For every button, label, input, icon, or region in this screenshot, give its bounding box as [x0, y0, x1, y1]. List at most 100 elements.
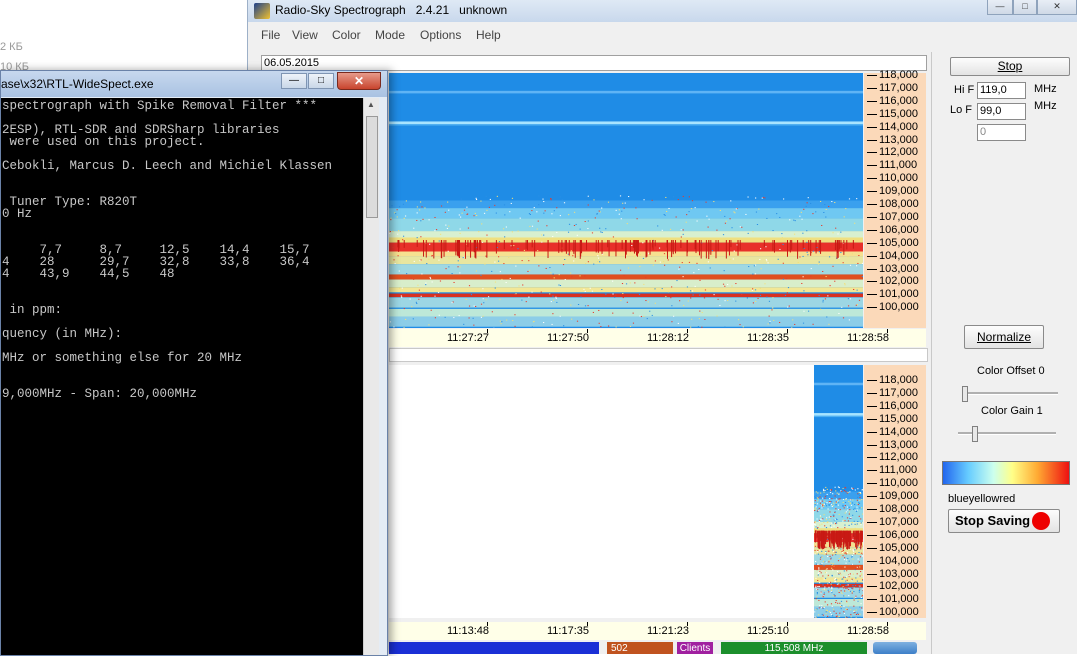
- spectrum-noise: [849, 509, 850, 510]
- spectrum-noise: [585, 291, 586, 292]
- stop-button[interactable]: Stop: [950, 57, 1070, 76]
- spectrum-noise: [820, 557, 821, 558]
- freq-tick: [867, 470, 877, 471]
- spectrum-noise: [411, 306, 412, 307]
- spectrum-noise: [822, 505, 823, 506]
- spectrum-noise: [673, 256, 674, 257]
- spectrum-noise: [428, 259, 429, 260]
- spectrum-noise: [776, 213, 777, 214]
- color-offset-track[interactable]: [962, 392, 1058, 395]
- spectrum-noise: [457, 266, 458, 267]
- spectrum-spike: [835, 240, 836, 250]
- spectrum-noise: [451, 302, 452, 303]
- close-button[interactable]: ✕: [1037, 0, 1077, 15]
- freq-tick-label: 103,000: [879, 264, 919, 275]
- spectrum-noise: [783, 198, 784, 199]
- spectrum-spike: [839, 240, 840, 249]
- scroll-thumb[interactable]: [366, 116, 378, 218]
- color-gain-slider[interactable]: [972, 426, 978, 442]
- spectrum-noise: [858, 585, 859, 586]
- spectrum-noise: [769, 321, 770, 322]
- menu-help[interactable]: Help: [476, 28, 501, 42]
- spectrum-noise: [844, 520, 845, 521]
- freq-tick-label: 107,000: [879, 212, 919, 223]
- spectrum-noise: [849, 198, 850, 199]
- menu-mode[interactable]: Mode: [375, 28, 405, 42]
- console-minimize-button[interactable]: —: [281, 73, 307, 89]
- maximize-button[interactable]: □: [1013, 0, 1037, 15]
- minimize-button[interactable]: —: [987, 0, 1013, 15]
- spectrum-noise: [531, 210, 532, 211]
- spectrum-spike: [534, 240, 535, 257]
- spectrum-noise: [616, 326, 617, 327]
- spectrum-noise: [820, 309, 821, 310]
- spectrum-noise: [645, 300, 646, 301]
- hi-f-field[interactable]: 119,0: [977, 82, 1026, 99]
- spectrum-noise: [695, 207, 696, 208]
- menu-view[interactable]: View: [292, 28, 318, 42]
- spectrum-noise: [854, 600, 855, 601]
- spectrum-noise: [848, 298, 849, 299]
- spectrum-noise: [825, 547, 826, 548]
- menu-file[interactable]: File: [261, 28, 280, 42]
- spectrum-noise: [543, 235, 544, 236]
- console-scrollbar[interactable]: ▲: [363, 98, 379, 655]
- freq-tick-label: 107,000: [879, 517, 919, 528]
- spectrum-noise: [814, 496, 815, 497]
- scroll-up-arrow-icon[interactable]: ▲: [367, 100, 375, 109]
- spectrum-noise: [817, 580, 818, 581]
- spectrum-noise: [839, 603, 840, 604]
- console-close-button[interactable]: ✕: [337, 72, 381, 90]
- normalize-button[interactable]: Normalize: [964, 325, 1044, 349]
- spectrogram-bottom[interactable]: [814, 365, 863, 618]
- menu-options[interactable]: Options: [420, 28, 461, 42]
- spectrum-noise: [590, 288, 591, 289]
- spectrum-noise: [459, 214, 460, 215]
- spectrum-noise: [837, 603, 838, 604]
- spectrum-noise: [670, 229, 671, 230]
- spectrogram-bottom-area[interactable]: [389, 365, 863, 618]
- spectrum-noise: [829, 495, 830, 496]
- lo-f-field[interactable]: 99,0: [977, 103, 1026, 120]
- spectrum-noise: [468, 228, 469, 229]
- status-button[interactable]: [873, 642, 917, 654]
- spectrum-noise: [741, 227, 742, 228]
- spectrum-noise: [801, 212, 802, 213]
- freq-tick-label: 116,000: [879, 401, 918, 412]
- spectrum-spike: [716, 240, 717, 258]
- clients-badge[interactable]: Clients: [677, 642, 713, 654]
- date-field[interactable]: 06.05.2015: [261, 55, 927, 71]
- spectrum-noise: [568, 214, 569, 215]
- spectrum-noise: [862, 595, 863, 596]
- spectrum-noise: [480, 275, 481, 276]
- spectrum-noise: [838, 505, 839, 506]
- spectrum-spike: [569, 240, 570, 256]
- spectrum-noise: [815, 578, 816, 579]
- spectrum-noise: [486, 196, 487, 197]
- spectrum-noise: [861, 573, 862, 574]
- spectrum-spike: [850, 531, 851, 541]
- spectrum-noise: [844, 216, 845, 217]
- spectrogram-top[interactable]: [389, 73, 863, 328]
- spectrum-noise: [393, 259, 394, 260]
- spectrum-noise: [486, 210, 487, 211]
- stop-saving-button[interactable]: Stop Saving: [948, 509, 1060, 533]
- console-maximize-button[interactable]: □: [308, 73, 334, 89]
- freq-tick: [867, 114, 877, 115]
- spectrum-spike: [486, 240, 487, 258]
- spectrum-noise: [692, 200, 693, 201]
- spectrum-noise: [831, 490, 832, 491]
- offset-field[interactable]: 0: [977, 124, 1026, 141]
- frequency-readout: 115,508 MHz: [721, 642, 867, 654]
- spectrum-noise: [819, 262, 820, 263]
- spectrum-spike: [532, 240, 533, 247]
- spectrum-noise: [841, 601, 842, 602]
- time-axis-bottom: 11:13:4811:17:3511:21:2311:25:1011:28:58: [389, 622, 926, 640]
- spectrum-noise: [724, 327, 725, 328]
- spectrum-noise: [747, 298, 748, 299]
- menu-color[interactable]: Color: [332, 28, 361, 42]
- spectrum-noise: [690, 327, 691, 328]
- spectrum-noise: [452, 287, 453, 288]
- color-offset-slider[interactable]: [962, 386, 968, 402]
- spectrum-noise: [705, 202, 706, 203]
